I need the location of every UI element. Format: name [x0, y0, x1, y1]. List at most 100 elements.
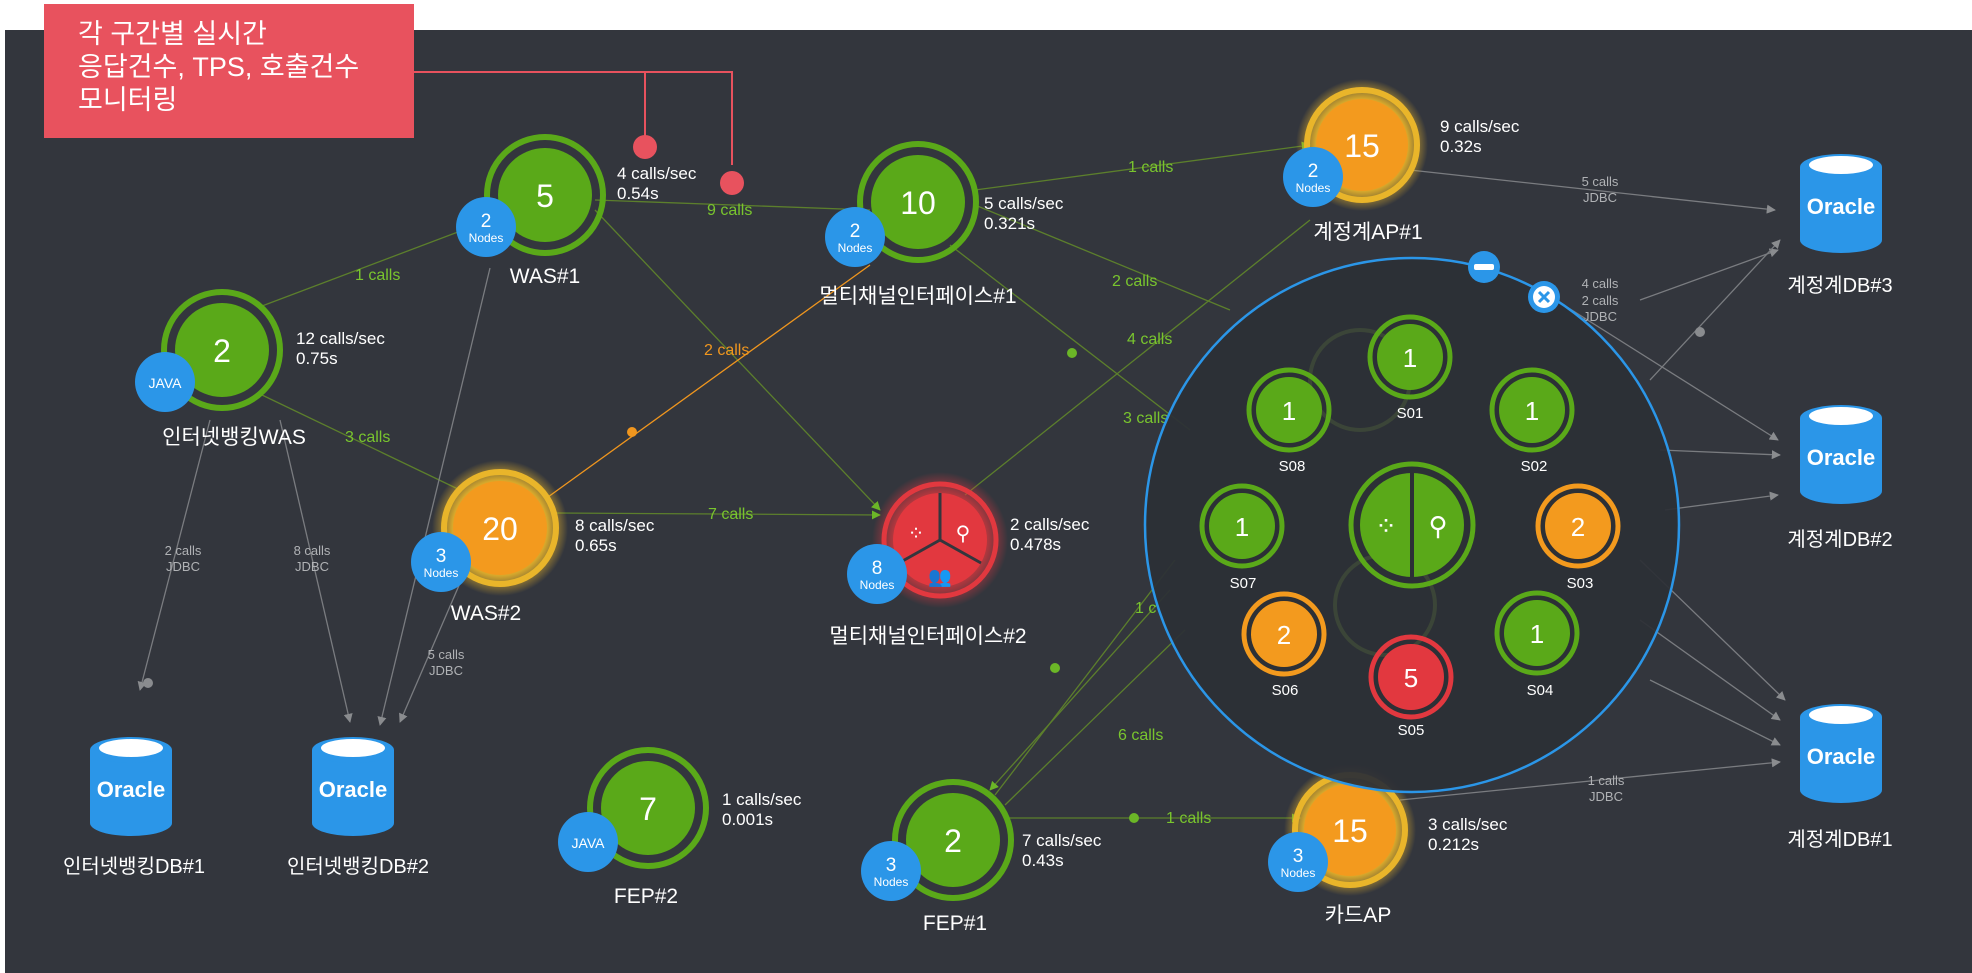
jdbc-label: 2 calls: [1582, 293, 1619, 308]
jdbc-label: JDBC: [1583, 190, 1617, 205]
server-label: S05: [1398, 722, 1425, 739]
node-fep-1[interactable]: 2 3 Nodes 7 calls/sec 0.43s FEP#1: [861, 779, 1102, 935]
node-label: WAS#1: [510, 265, 580, 288]
svg-text:1: 1: [1403, 343, 1417, 373]
edge-label: 1 calls: [355, 267, 400, 284]
edge: [1664, 491, 1779, 511]
edge: [1639, 248, 1779, 301]
svg-text:1: 1: [1235, 512, 1249, 542]
grid-icon[interactable]: ⁘: [908, 523, 925, 545]
svg-text:Nodes: Nodes: [1281, 866, 1316, 880]
server-label: S03: [1567, 575, 1594, 592]
node-internet-banking-was[interactable]: 2 JAVA 12 calls/sec 0.75s 인터넷뱅킹WAS: [135, 289, 385, 449]
node-stat: 0.65s: [575, 536, 617, 555]
edge: [989, 589, 1171, 791]
node-stat: 0.75s: [296, 349, 338, 368]
svg-text:JAVA: JAVA: [572, 835, 606, 851]
node-value: 5: [536, 178, 554, 214]
svg-text:1: 1: [1530, 619, 1544, 649]
database-icon: [99, 739, 163, 757]
grid-icon[interactable]: ⁘: [1375, 511, 1397, 541]
node-value: 2: [213, 333, 231, 369]
database-internet-banking-db-2[interactable]: Oracle 인터넷뱅킹DB#2: [287, 737, 429, 878]
node-stat: 12 calls/sec: [296, 329, 385, 348]
node-label: WAS#2: [451, 602, 521, 625]
edge-label: 3 calls: [1123, 410, 1168, 427]
node-label: FEP#1: [923, 912, 987, 935]
server-drilldown-popup[interactable]: ⁘ ⚲ 1 S01 1 S02 2 S03 1 S04 5 S05 2 S06 …: [1143, 251, 1681, 794]
server-label: S08: [1279, 458, 1306, 475]
node-value: 7: [639, 791, 657, 827]
svg-text:1: 1: [1525, 396, 1539, 426]
jdbc-label: 4 calls: [1582, 276, 1619, 291]
node-account-ap-1[interactable]: 15 2 Nodes 9 calls/sec 0.32s 계정계AP#1: [1283, 79, 1520, 244]
svg-text:Nodes: Nodes: [1296, 181, 1331, 195]
jdbc-label: 5 calls: [428, 647, 465, 662]
node-stat: 0.321s: [984, 214, 1035, 233]
database-account-db-1[interactable]: Oracle 계정계DB#1: [1787, 704, 1893, 851]
svg-text:3: 3: [1293, 846, 1304, 867]
edge-label: 3 calls: [345, 429, 390, 446]
svg-text:2: 2: [1308, 161, 1319, 182]
node-value: 15: [1344, 128, 1380, 164]
node-stat: 5 calls/sec: [984, 194, 1064, 213]
node-stat: 0.54s: [617, 184, 659, 203]
jdbc-label: JDBC: [166, 559, 200, 574]
edge: [1004, 629, 1186, 806]
svg-text:2: 2: [1277, 620, 1291, 650]
svg-text:5: 5: [1404, 663, 1418, 693]
edge: [1649, 679, 1781, 746]
popup-close-button[interactable]: [1528, 281, 1560, 313]
edge: [1659, 449, 1781, 460]
edge: [994, 559, 1176, 796]
node-stat: 7 calls/sec: [1022, 831, 1102, 850]
search-icon[interactable]: ⚲: [1428, 511, 1447, 541]
server-label: S07: [1230, 575, 1257, 592]
search-icon[interactable]: ⚲: [956, 523, 971, 545]
node-fep-2[interactable]: 7 JAVA 1 calls/sec 0.001s FEP#2: [558, 747, 802, 908]
svg-text:Oracle: Oracle: [319, 777, 388, 802]
node-was-1[interactable]: 5 2 Nodes 4 calls/sec 0.54s WAS#1: [456, 134, 697, 288]
node-stat: 9 calls/sec: [1440, 117, 1520, 136]
edge-label: 2 calls: [1112, 273, 1157, 290]
server-label: S06: [1272, 682, 1299, 699]
node-was-2[interactable]: 20 3 Nodes 8 calls/sec 0.65s WAS#2: [411, 460, 655, 625]
svg-text:3: 3: [886, 855, 897, 876]
database-account-db-3[interactable]: Oracle 계정계DB#3: [1787, 154, 1893, 297]
svg-text:2: 2: [850, 221, 861, 242]
popup-minimize-button[interactable]: [1468, 251, 1500, 283]
minus-icon: [1474, 264, 1494, 270]
database-label: 인터넷뱅킹DB#1: [63, 855, 205, 878]
jdbc-label: JDBC: [1583, 309, 1617, 324]
jdbc-label: JDBC: [1589, 789, 1623, 804]
popup-center-node[interactable]: ⁘ ⚲: [1348, 461, 1476, 589]
svg-text:2: 2: [481, 211, 492, 232]
edge-label: 1 calls: [1166, 810, 1211, 827]
database-account-db-2[interactable]: Oracle 계정계DB#2: [1787, 405, 1893, 551]
callout-line: 각 구간별 실시간: [78, 19, 267, 49]
node-stat: 0.001s: [722, 810, 773, 829]
svg-text:Oracle: Oracle: [97, 777, 166, 802]
node-label: 카드AP: [1325, 904, 1392, 927]
svg-text:Nodes: Nodes: [860, 578, 895, 592]
svg-text:3: 3: [436, 546, 447, 567]
database-internet-banking-db-1[interactable]: Oracle 인터넷뱅킹DB#1: [63, 737, 205, 878]
database-icon: [321, 739, 385, 757]
edge: [1639, 619, 1781, 721]
svg-text:8: 8: [872, 558, 883, 579]
svg-text:1: 1: [1282, 396, 1296, 426]
node-stat: 3 calls/sec: [1428, 815, 1508, 834]
node-value: 2: [944, 823, 962, 859]
edge-label: 1 c: [1135, 600, 1156, 617]
node-label: 멀티채널인터페이스#2: [829, 625, 1026, 648]
database-icon: [1809, 407, 1873, 425]
jdbc-label: JDBC: [429, 663, 463, 678]
jdbc-label: 1 calls: [1588, 773, 1625, 788]
node-multichannel-1[interactable]: 10 2 Nodes 5 calls/sec 0.321s 멀티채널인터페이스#…: [819, 141, 1064, 308]
node-stat: 0.43s: [1022, 851, 1064, 870]
node-label: 멀티채널인터페이스#1: [819, 285, 1016, 308]
node-stat: 0.32s: [1440, 137, 1482, 156]
node-label: FEP#2: [614, 885, 678, 908]
users-icon[interactable]: 👥: [928, 567, 952, 588]
edge-label: 6 calls: [1118, 727, 1163, 744]
